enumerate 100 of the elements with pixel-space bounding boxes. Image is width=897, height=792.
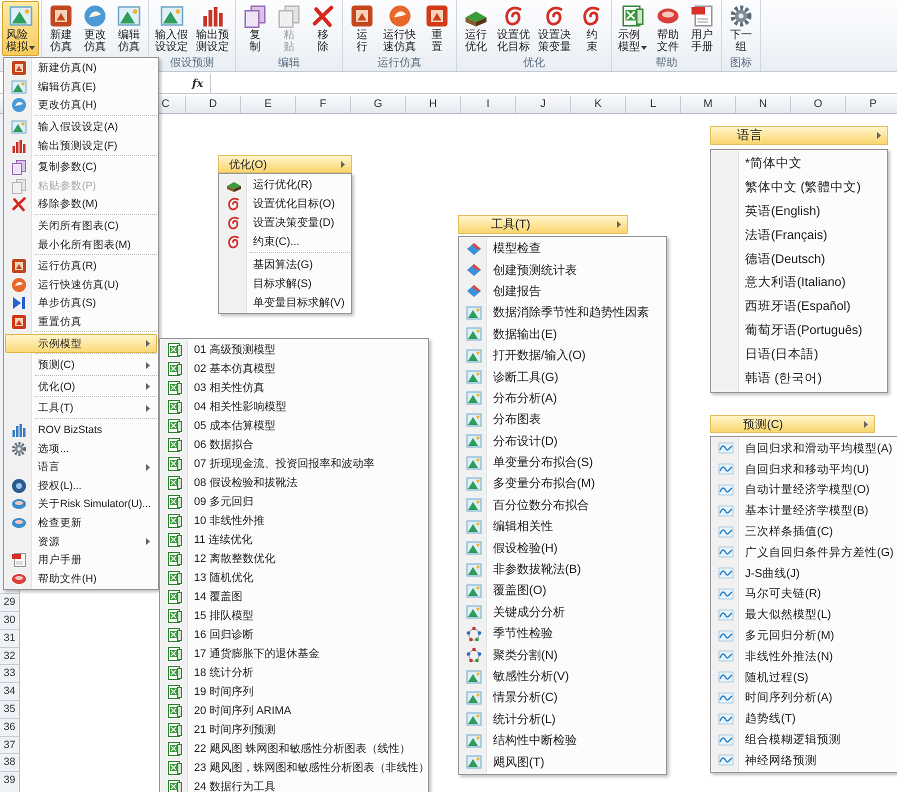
menu-item[interactable]: 多变量分布拟合(M) [460,473,665,495]
menu-item[interactable]: 分布分析(A) [460,388,665,410]
menu-item[interactable]: 优化(O) [218,155,352,173]
column-header[interactable]: M [680,96,735,113]
menu-item[interactable]: 聚类分割(N) [460,644,665,666]
menu-item[interactable]: 非线性外推法(N) [712,646,897,667]
menu-item[interactable]: 输出预测设定(F) [5,136,157,155]
menu-item[interactable]: 设置决策变量(D) [220,213,350,232]
menu-item[interactable]: 最大似然模型(L) [712,604,897,626]
column-header[interactable]: K [570,96,625,113]
row-header[interactable]: 31 [0,628,19,647]
menu-item[interactable]: 单变量分布拟合(S) [460,452,665,474]
menu-item[interactable]: 22 飓风图 蛛网图和敏感性分析图表（线性） [161,739,427,758]
row-header[interactable]: 34 [0,682,19,700]
ribbon-button[interactable]: 下一组 [724,1,758,56]
row-header[interactable]: 29 [0,593,19,612]
menu-item[interactable]: 02 基本仿真模型 [161,359,427,378]
ribbon-button[interactable]: 运行 [345,1,379,56]
menu-item[interactable]: 复制参数(C) [5,158,157,177]
menu-item[interactable]: 预测(C) [5,356,157,374]
column-header[interactable]: J [515,96,570,113]
column-header[interactable]: D [185,96,240,113]
menu-item[interactable]: 示例模型 [5,334,157,353]
menu-item[interactable]: 结构性中断检验 [460,730,665,752]
insert-function-button[interactable]: fx [192,76,210,90]
menu-item[interactable]: 法语(Français) [712,223,886,248]
ribbon-button[interactable]: 编辑仿真 [112,1,146,56]
row-header[interactable]: 37 [0,736,19,754]
menu-item[interactable]: 04 相关性影响模型 [161,397,427,416]
menu-item[interactable]: J-S曲线(J) [712,562,897,584]
column-header[interactable]: O [790,96,845,113]
menu-item[interactable]: 09 多元回归 [161,492,427,511]
menu-item[interactable]: 西班牙语(Español) [712,294,886,319]
menu-item[interactable]: 03 相关性仿真 [161,378,427,397]
menu-item[interactable]: 意大利语(Italiano) [712,270,886,295]
menu-item[interactable]: 马尔可夫链(R) [712,584,897,604]
menu-item[interactable]: 关闭所有图表(C) [5,216,157,236]
menu-item[interactable]: 数据消除季节性和趋势性因素 [460,302,665,324]
column-header[interactable]: I [460,96,515,113]
row-header[interactable]: 39 [0,771,19,789]
menu-item[interactable]: 重置仿真 [5,312,157,332]
menu-item[interactable]: 检查更新 [5,514,157,532]
menu-item[interactable]: 基因算法(G) [220,255,350,274]
menu-item[interactable]: 非参数拔靴法(B) [460,558,665,580]
menu-item[interactable]: 单步仿真(S) [5,294,157,313]
menu-item[interactable]: 假设检验(H) [460,537,665,559]
menu-item[interactable]: 自动计量经济学模型(O) [712,480,897,500]
menu-item[interactable]: *简体中文 [712,152,886,176]
ribbon-button[interactable]: 复制 [238,1,272,56]
ribbon-button[interactable]: 更改仿真 [78,1,112,56]
menu-item[interactable]: 语言 [5,458,157,476]
menu-item[interactable]: 覆盖图(O) [460,580,665,602]
menu-item[interactable]: 打开数据/输入(O) [460,344,665,366]
menu-item[interactable]: 模型检查 [460,238,665,260]
menu-item[interactable]: 神经网络预测 [712,750,897,771]
menu-item[interactable]: 设置优化目标(O) [220,194,350,213]
row-header[interactable]: 33 [0,664,19,682]
menu-item[interactable]: 帮助文件(H) [5,569,157,588]
menu-item[interactable]: 繁体中文 (繁體中文) [712,176,886,200]
menu-item[interactable]: 葡萄牙语(Português) [712,318,886,342]
menu-item[interactable]: 资源 [5,532,157,551]
ribbon-button[interactable]: 移除 [306,1,340,56]
menu-item[interactable]: 统计分析(L) [460,708,665,730]
menu-item[interactable]: 选项... [5,439,157,458]
menu-item[interactable]: 季节性检验 [460,623,665,644]
menu-item[interactable]: 关键成分分析 [460,602,665,624]
column-header[interactable]: H [405,96,460,113]
ribbon-button[interactable]: 重置 [420,1,454,56]
ribbon-button[interactable]: 帮助文件 [651,1,685,56]
menu-item[interactable]: 关于Risk Simulator(U)... [5,495,157,514]
menu-item[interactable]: 诊断工具(G) [460,366,665,388]
menu-item[interactable]: 敏感性分析(V) [460,666,665,688]
menu-item[interactable]: 优化(O) [5,378,157,396]
row-header[interactable]: 35 [0,700,19,718]
menu-item[interactable]: 时间序列分析(A) [712,688,897,708]
ribbon-button[interactable]: 输出预测设定 [192,1,233,56]
menu-item[interactable]: 编辑相关性 [460,516,665,538]
menu-item[interactable]: 单变量目标求解(V) [220,293,350,312]
ribbon-button[interactable]: 新建仿真 [44,1,78,56]
ribbon-button[interactable]: 风险模拟 [2,1,39,56]
menu-item[interactable]: 17 通货膨胀下的退休基金 [161,644,427,663]
menu-item[interactable]: 21 时间序列预测 [161,720,427,739]
menu-item[interactable]: 创建报告 [460,280,665,302]
menu-item[interactable]: 分布图表 [460,409,665,431]
ribbon-button[interactable]: 输入假设设定 [151,1,192,56]
menu-item[interactable]: 20 时间序列 ARIMA [161,701,427,720]
menu-item[interactable]: 用户手册 [5,550,157,570]
menu-item[interactable]: 授权(L)... [5,476,157,496]
menu-item[interactable]: 05 成本估算模型 [161,416,427,435]
ribbon-button[interactable]: 运行快速仿真 [379,1,420,56]
menu-item[interactable]: 多元回归分析(M) [712,625,897,646]
menu-item[interactable]: 18 统计分析 [161,663,427,682]
column-header[interactable]: E [240,96,295,113]
menu-item[interactable]: 飓风图(T) [460,751,665,773]
menu-item[interactable]: 12 离散整数优化 [161,549,427,568]
menu-item[interactable]: 情景分析(C) [460,687,665,709]
menu-item[interactable]: 15 排队模型 [161,606,427,625]
menu-item[interactable]: 约束(C)... [220,232,350,251]
menu-item[interactable]: 日语(日本語) [712,342,886,366]
menu-item[interactable]: 数据输出(E) [460,324,665,345]
